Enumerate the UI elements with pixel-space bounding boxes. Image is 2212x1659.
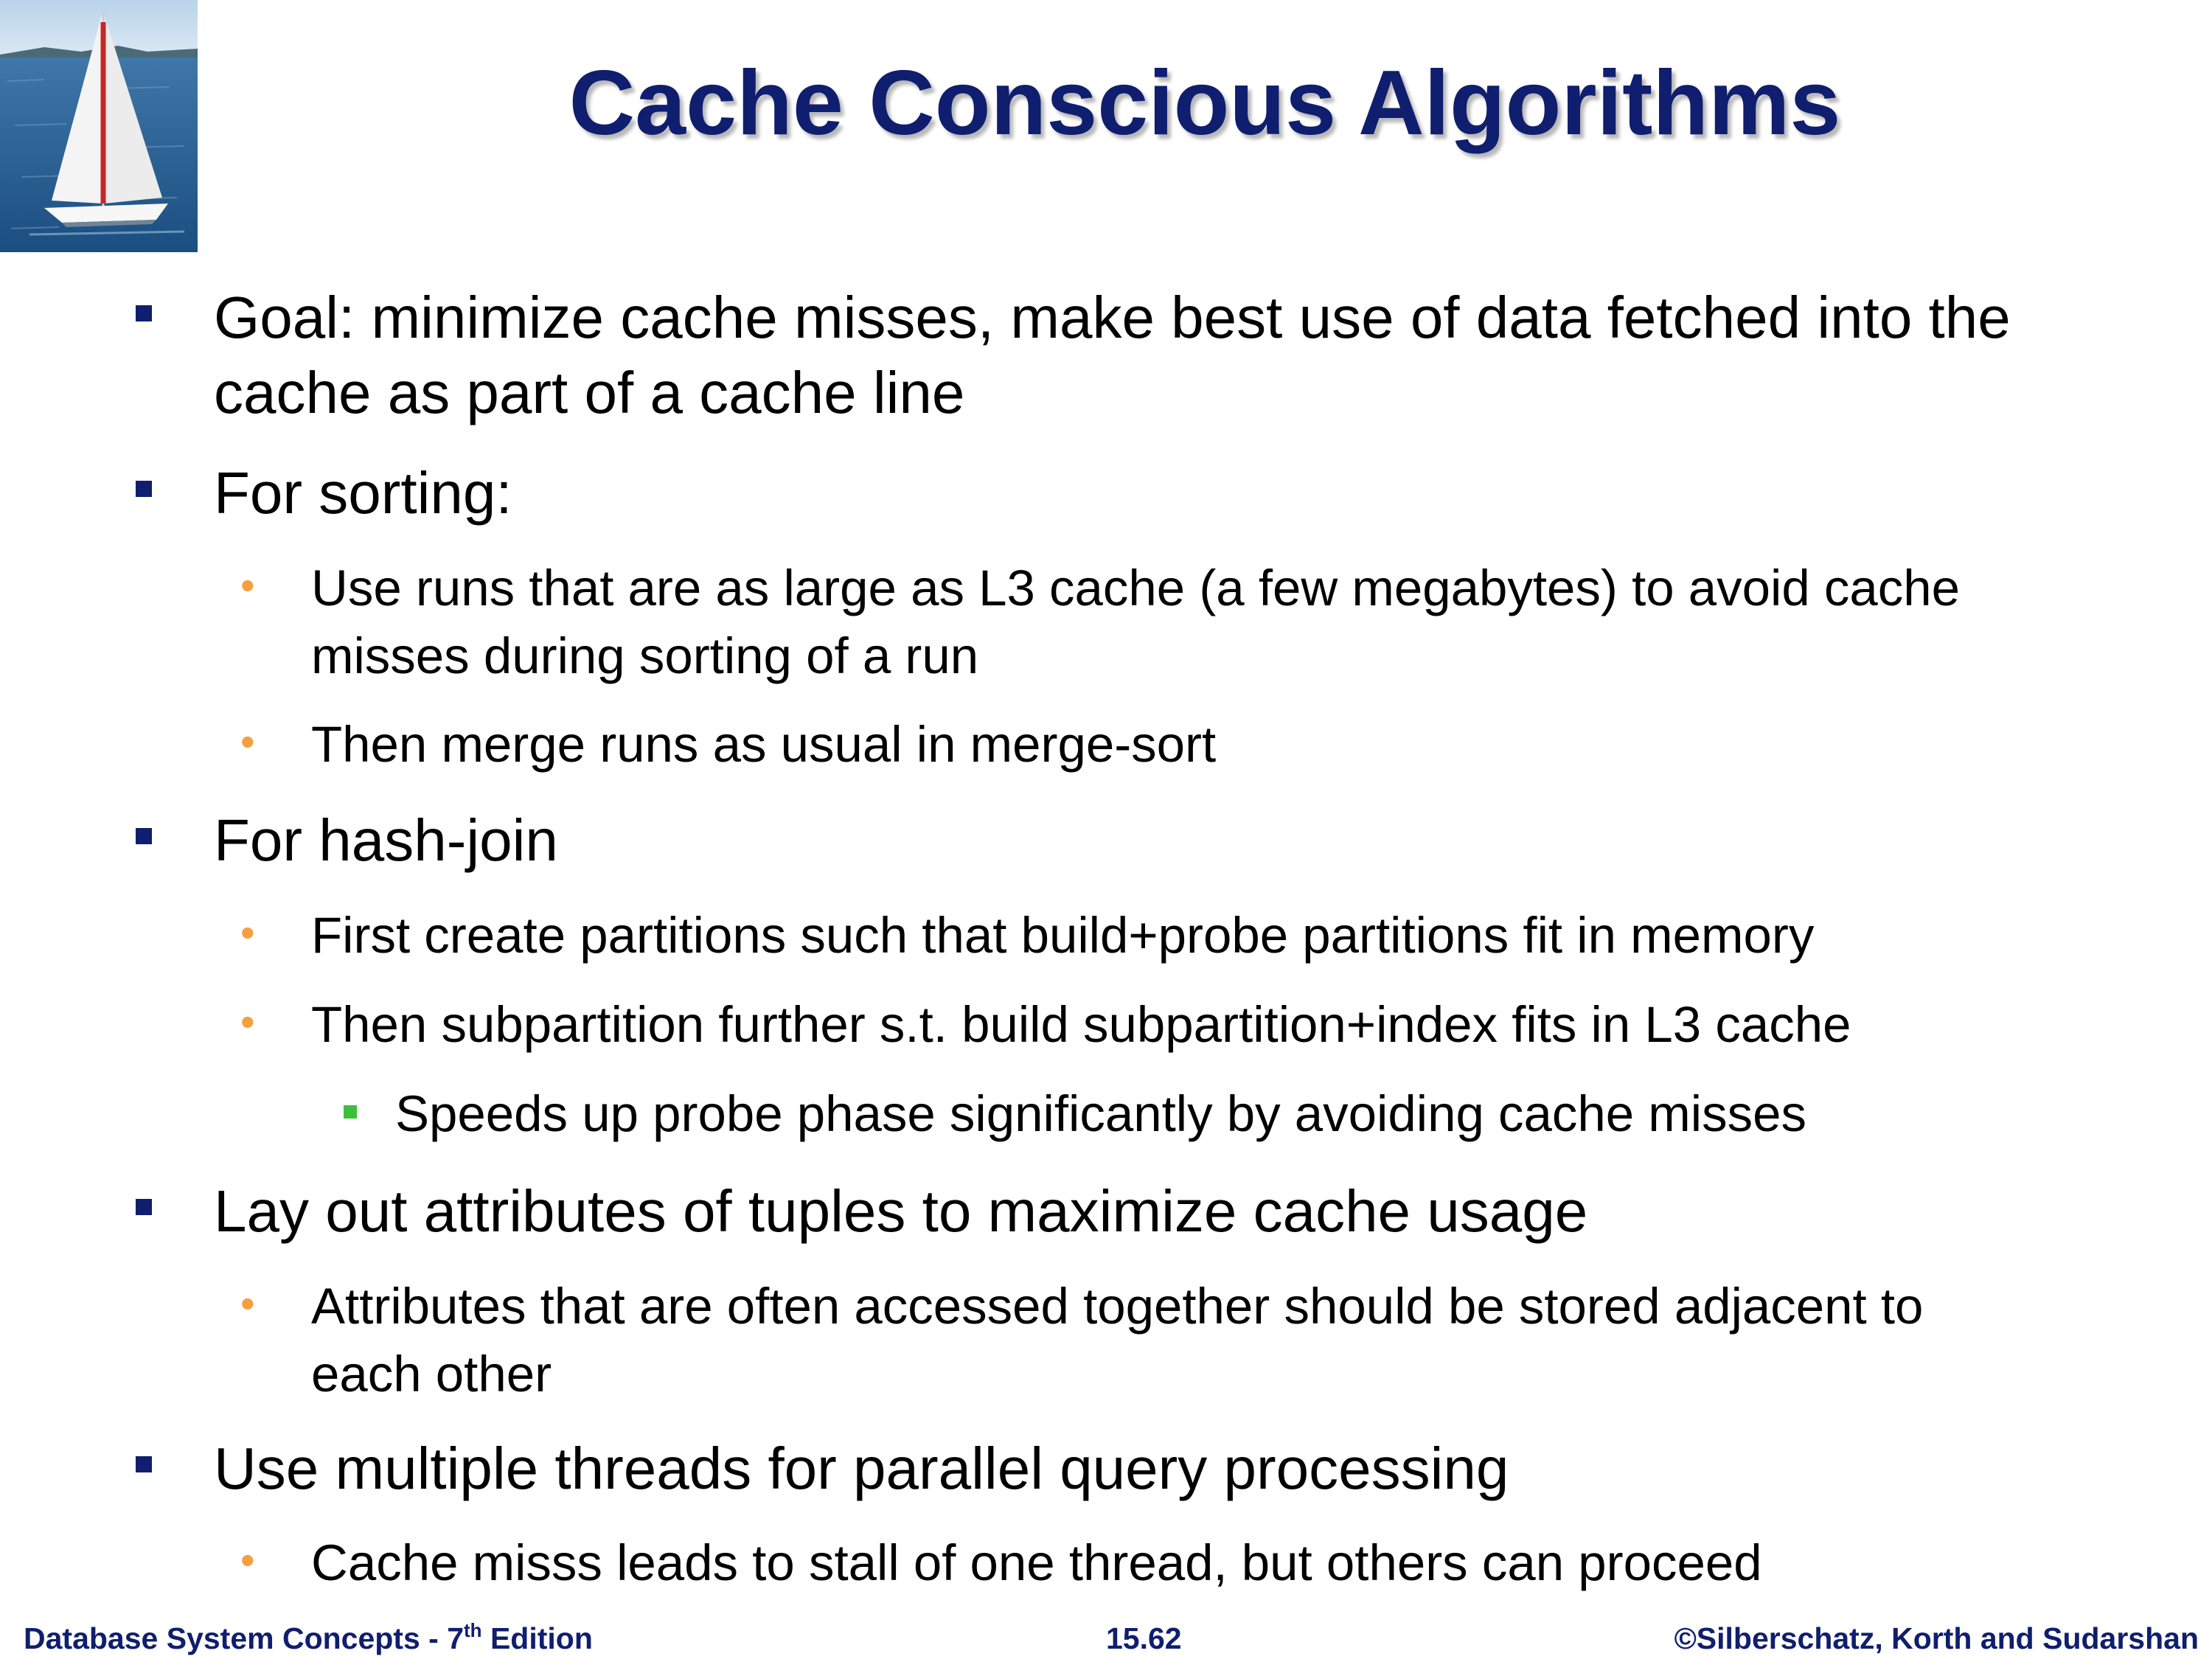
square-bullet-icon — [136, 305, 152, 321]
sub-bullet-item: • Then subpartition further s.t. build s… — [240, 991, 1851, 1059]
dot-bullet-icon: • — [240, 718, 255, 765]
bullet-text: Use runs that are as large as L3 cache (… — [311, 560, 1961, 616]
bullet-text-continued: each other — [311, 1346, 552, 1402]
dot-bullet-icon: • — [240, 1537, 255, 1583]
bullet-text: First create partitions such that build+… — [311, 907, 1815, 964]
sub-bullet-item: • Cache misss leads to stall of one thre… — [240, 1529, 1762, 1597]
footer-book-title: Database System Concepts - 7th Edition — [24, 1618, 593, 1659]
bullet-item: For sorting: — [136, 456, 512, 531]
bullet-text: Use multiple threads for parallel query … — [214, 1436, 1509, 1501]
dot-bullet-icon: • — [240, 909, 255, 956]
bullet-text-continued: cache as part of a cache line — [214, 360, 965, 425]
dot-bullet-icon: • — [240, 1280, 255, 1326]
sub-sub-bullet-item: Speeds up probe phase significantly by a… — [344, 1080, 1806, 1148]
footer-copyright: ©Silberschatz, Korth and Sudarshan — [1674, 1621, 2199, 1655]
bullet-text: Cache misss leads to stall of one thread… — [311, 1534, 1762, 1591]
bullet-text: Then subpartition further s.t. build sub… — [311, 996, 1851, 1053]
square-bullet-icon — [136, 1456, 152, 1472]
sub-bullet-item: • Attributes that are often accessed tog… — [240, 1273, 1924, 1408]
bullet-text: Speeds up probe phase significantly by a… — [395, 1085, 1806, 1142]
square-bullet-icon — [136, 481, 152, 497]
sub-bullet-item: • First create partitions such that buil… — [240, 902, 1815, 970]
square-bullet-icon — [136, 828, 152, 844]
square-bullet-icon — [136, 1199, 152, 1215]
bullet-text: For sorting: — [214, 460, 512, 526]
slide: Cache Conscious Algorithms Goal: minimiz… — [0, 0, 2212, 1659]
sub-bullet-item: • Use runs that are as large as L3 cache… — [240, 554, 1961, 690]
bullet-text: Then merge runs as usual in merge-sort — [311, 716, 1217, 773]
dot-bullet-icon: • — [240, 562, 255, 608]
bullet-text: Goal: minimize cache misses, make best u… — [214, 285, 2011, 350]
bullet-text: For hash-join — [214, 807, 558, 873]
bullet-item: Lay out attributes of tuples to maximize… — [136, 1174, 1588, 1249]
footer-book-suffix: Edition — [481, 1621, 593, 1655]
bullet-text: Lay out attributes of tuples to maximize… — [214, 1178, 1588, 1244]
bullet-item: For hash-join — [136, 803, 558, 878]
bullet-item: Use multiple threads for parallel query … — [136, 1431, 1509, 1506]
footer-page-number: 15.62 — [1106, 1621, 1182, 1655]
green-square-bullet-icon — [344, 1105, 357, 1119]
bullet-list: Goal: minimize cache misses, make best u… — [0, 0, 2212, 1622]
dot-bullet-icon: • — [240, 998, 255, 1045]
footer-book-sup: th — [464, 1619, 482, 1641]
bullet-text: Attributes that are often accessed toget… — [311, 1278, 1924, 1335]
footer-book-prefix: Database System Concepts - 7 — [24, 1621, 465, 1655]
bullet-item: Goal: minimize cache misses, make best u… — [136, 280, 2011, 431]
sub-bullet-item: • Then merge runs as usual in merge-sort — [240, 711, 1217, 779]
bullet-text-continued: misses during sorting of a run — [311, 627, 979, 684]
